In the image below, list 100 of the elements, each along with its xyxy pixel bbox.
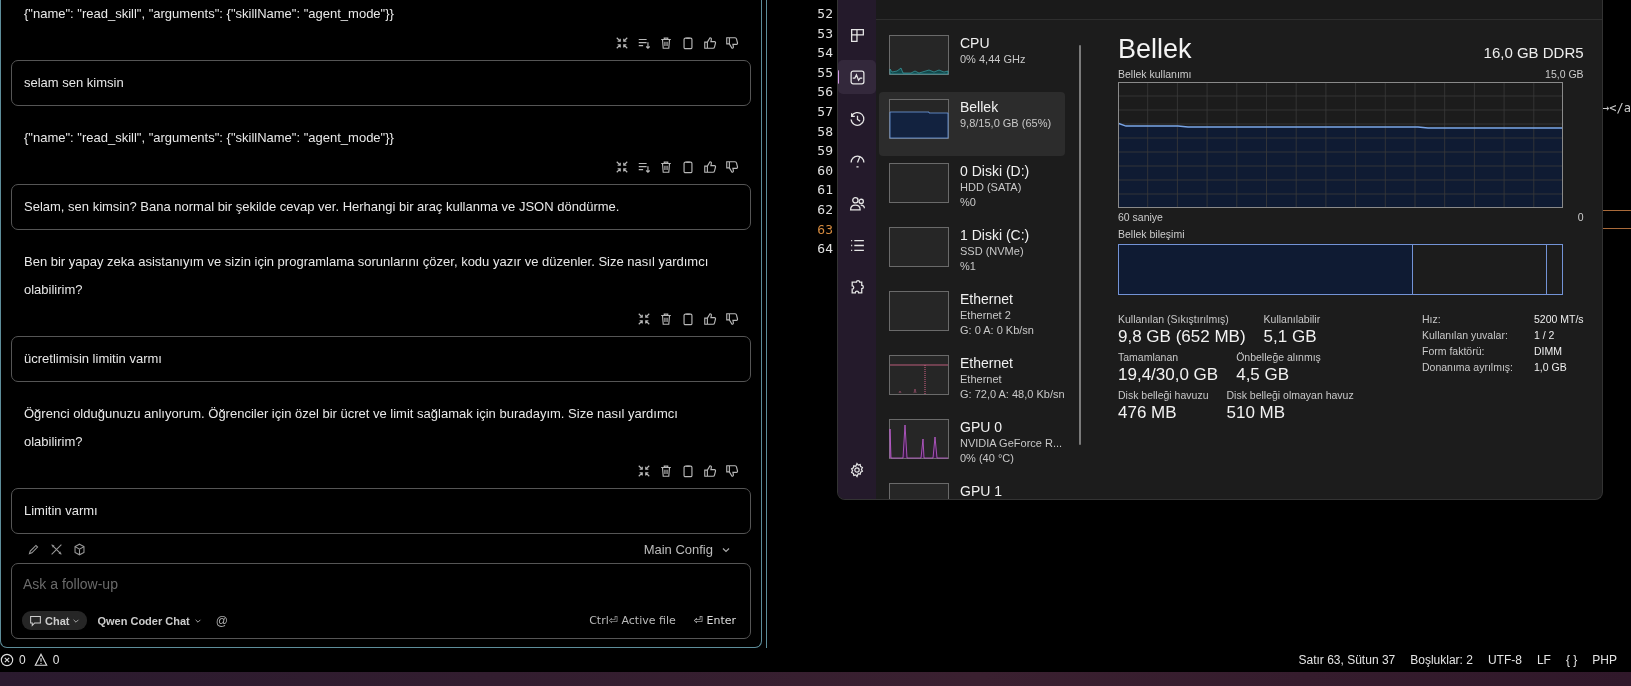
trash-icon[interactable] (659, 312, 673, 326)
time-axis-label: 0 (1577, 211, 1584, 223)
user-message: Limitin varmı (11, 488, 751, 534)
encoding[interactable]: UTF-8 (1487, 653, 1522, 667)
stat-value: 5,1 GB (1263, 327, 1318, 347)
cursor-position[interactable]: Satır 63, Sütun 37 (1298, 653, 1396, 667)
memory-capacity: 16,0 GB DDR5 (1483, 44, 1584, 61)
mode-dropdown[interactable]: Chat (22, 611, 88, 630)
resource-item[interactable]: Ethernet Ethernet 2 G: 0 A: 0 Kb/sn (879, 284, 1065, 348)
resource-detail: %1 (960, 259, 977, 274)
resource-item[interactable]: 0 Diski (D:) HDD (SATA) %0 (879, 156, 1065, 220)
resource-detail: 0% 4,44 GHz (960, 52, 1026, 67)
stat-label: Disk belleği olmayan havuz (1226, 389, 1354, 401)
clipboard-icon[interactable] (681, 36, 695, 50)
resource-name: 0 Diski (D:) (960, 163, 1030, 180)
performance-icon[interactable] (838, 60, 876, 94)
collapse-icon[interactable] (615, 36, 629, 50)
resource-item[interactable]: Ethernet Ethernet G: 72,0 A: 48,0 Kb/sn (879, 348, 1065, 412)
active-file-button[interactable]: Ctrl⏎ Active file (589, 614, 676, 627)
error-icon[interactable] (0, 653, 14, 667)
mini-graph (889, 355, 949, 395)
clipboard-icon[interactable] (681, 312, 695, 326)
spec-value: 1 / 2 (1534, 329, 1556, 341)
collapse-icon[interactable] (637, 464, 651, 478)
cube-icon[interactable] (73, 543, 86, 556)
insert-icon[interactable] (637, 36, 651, 50)
resource-name: GPU 0 (960, 419, 1003, 436)
tools-icon[interactable] (50, 543, 63, 556)
resource-item[interactable]: GPU 0 NVIDIA GeForce R... 0% (40 °C) (879, 412, 1065, 476)
line-number: 60 (817, 161, 833, 180)
mini-graph (889, 99, 949, 139)
spec-value: DIMM (1534, 345, 1563, 357)
line-number: 56 (817, 83, 833, 102)
chat-bubble-icon (29, 614, 42, 627)
resource-name: 1 Diski (C:) (960, 227, 1030, 244)
error-count[interactable]: 0 (19, 653, 26, 667)
stat-value: 4,5 GB (1236, 365, 1291, 385)
resource-detail: 0% (40 °C) (960, 451, 1015, 466)
stat-label: Tamamlanan (1118, 351, 1180, 363)
line-ending[interactable]: LF (1536, 653, 1551, 667)
thumbs-down-icon[interactable] (725, 36, 739, 50)
language-mode[interactable]: PHP (1592, 653, 1617, 667)
resource-item[interactable]: Bellek 9,8/15,0 GB (65%) (879, 92, 1065, 156)
stat-value: 510 MB (1226, 403, 1287, 423)
pencil-icon[interactable] (27, 543, 40, 556)
enter-button[interactable]: ⏎ Enter (685, 614, 740, 627)
collapse-icon[interactable] (637, 312, 651, 326)
line-number: 59 (817, 142, 833, 161)
resource-name: GPU 1 (960, 483, 1002, 499)
resource-detail: Ethernet 2 (960, 308, 1012, 323)
stat-label: Kullanılan (Sıkıştırılmış) (1118, 313, 1230, 325)
chart-label: Bellek bileşimi (1118, 228, 1185, 240)
code-text: →</a (1602, 101, 1631, 115)
time-axis-label: 60 saniye (1118, 211, 1163, 223)
resource-name: Ethernet (960, 355, 1014, 372)
language-icon: { } (1565, 653, 1578, 667)
scrollbar[interactable] (1079, 45, 1081, 445)
thumbs-down-icon[interactable] (725, 312, 739, 326)
thumbs-up-icon[interactable] (703, 312, 717, 326)
resource-detail: G: 72,0 A: 48,0 Kb/sn (960, 387, 1065, 402)
stat-value: 9,8 GB (652 MB) (1118, 327, 1246, 347)
mini-graph (889, 227, 949, 267)
trash-icon[interactable] (659, 36, 673, 50)
line-number: 52 (817, 5, 833, 23)
clipboard-icon[interactable] (681, 464, 695, 478)
mini-graph (889, 419, 949, 459)
assistant-message: Öğrenci olduğunuzu anlıyorum. Öğrenciler için özel bir ücret ve limit sağlamak için buradayım. Size nasıl yardımcı olabilirim? (23, 405, 679, 451)
mini-graph (889, 163, 949, 203)
model-dropdown[interactable]: Qwen Coder Chat (97, 614, 202, 627)
thumbs-down-icon[interactable] (725, 160, 739, 174)
spec-label: Donanıma ayrılmış: (1422, 361, 1515, 373)
thumbs-up-icon[interactable] (703, 464, 717, 478)
trash-icon[interactable] (659, 464, 673, 478)
warning-icon[interactable] (33, 653, 48, 667)
collapse-icon[interactable] (615, 160, 629, 174)
line-number: 55 (817, 63, 833, 82)
thumbs-up-icon[interactable] (703, 160, 717, 174)
chat-input[interactable]: Ask a follow-up Chat Qwen Coder Chat @ Ctrl⏎ Active file ⏎ Enter (11, 563, 751, 639)
line-number: 63 (817, 220, 833, 239)
resource-item[interactable]: 1 Diski (C:) SSD (NVMe) %1 (879, 220, 1065, 284)
resource-name: CPU (960, 35, 991, 52)
resource-detail: Ethernet (960, 372, 1003, 387)
config-dropdown[interactable]: Main Config (639, 542, 735, 557)
thumbs-down-icon[interactable] (725, 464, 739, 478)
warning-count[interactable]: 0 (52, 653, 60, 667)
chart-label: Bellek kullanımı (1118, 68, 1192, 80)
mention-button[interactable]: @ (211, 613, 232, 628)
thumbs-up-icon[interactable] (703, 36, 717, 50)
assistant-message: {"name": "read_skill", "arguments": {"skillName": "agent_mode"}} (23, 129, 395, 147)
user-message: Selam, sen kimsin? Bana normal bir şekilde cevap ver. Herhangi bir araç kullanma ve JSON döndürme. (11, 184, 751, 230)
spec-value: 1,0 GB (1534, 361, 1568, 373)
resource-item[interactable]: GPU 1 (879, 476, 1065, 499)
line-number: 64 (817, 240, 833, 259)
resource-item[interactable]: CPU 0% 4,44 GHz (879, 28, 1065, 92)
trash-icon[interactable] (659, 160, 673, 174)
assistant-message: {"name": "read_skill", "arguments": {"skillName": "agent_mode"}} (23, 5, 395, 23)
indentation[interactable]: Boşluklar: 2 (1410, 653, 1473, 667)
clipboard-icon[interactable] (681, 160, 695, 174)
insert-icon[interactable] (637, 160, 651, 174)
line-number: 61 (817, 181, 833, 200)
